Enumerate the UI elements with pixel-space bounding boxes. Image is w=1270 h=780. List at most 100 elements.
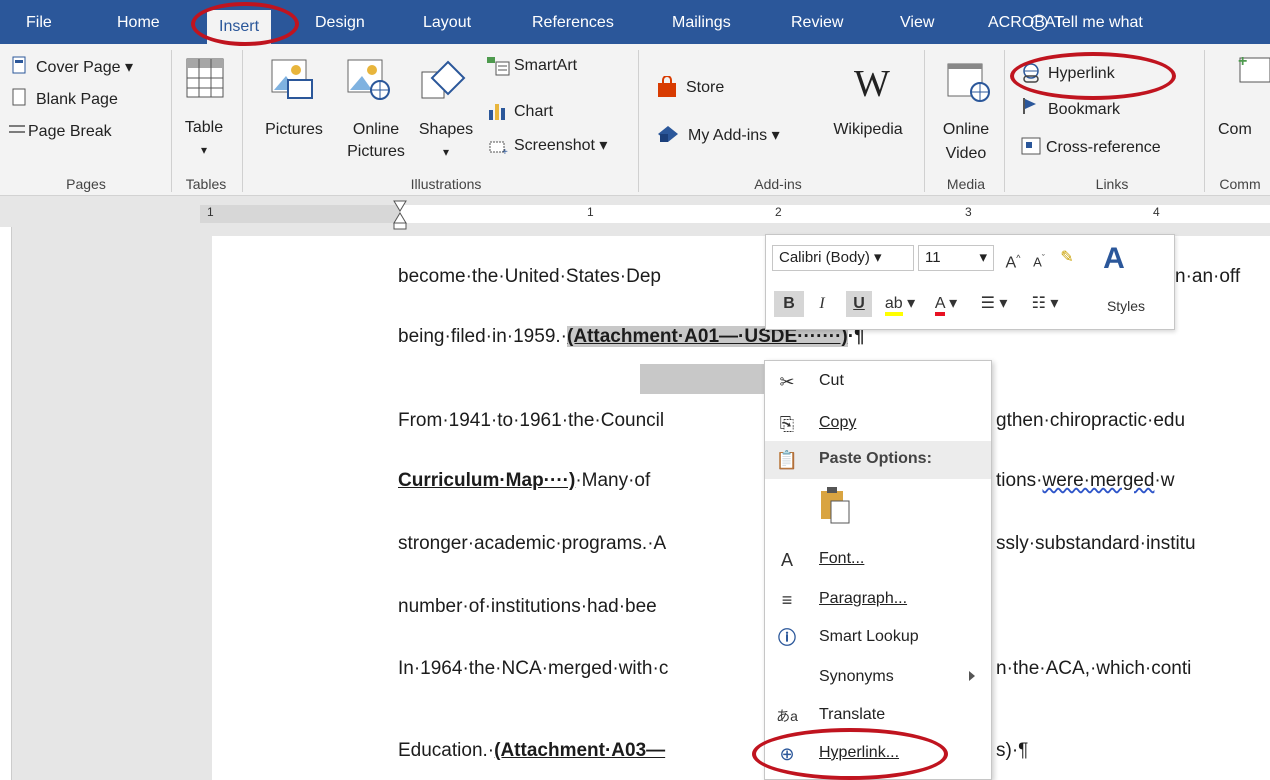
indent-marker-handle[interactable] xyxy=(392,199,408,231)
ruler-number: 4 xyxy=(1153,205,1160,219)
highlight-color-icon[interactable]: ab ▾ xyxy=(880,291,920,317)
ribbon-tab-bar: File Home Insert Design Layout Reference… xyxy=(0,0,1270,44)
chart-button[interactable]: Chart xyxy=(514,102,553,122)
menu-item-smart-lookup[interactable]: ⓘ Smart Lookup xyxy=(765,619,991,657)
shapes-button[interactable]: Shapes xyxy=(419,120,473,140)
separator xyxy=(638,50,639,192)
cover-page-button[interactable]: Cover Page ▾ xyxy=(36,58,133,78)
wikipedia-button[interactable]: Wikipedia xyxy=(833,120,902,140)
tables-group-label: Tables xyxy=(185,176,227,192)
paste-icon xyxy=(821,487,850,524)
styles-icon[interactable]: A xyxy=(1096,239,1132,279)
tab-layout[interactable]: Layout xyxy=(423,8,471,38)
wikipedia-icon: W xyxy=(854,63,890,105)
store-button[interactable]: Store xyxy=(686,78,724,98)
menu-item-hyperlink[interactable]: ⊕ Hyperlink... xyxy=(765,735,991,773)
tab-design[interactable]: Design xyxy=(315,8,365,38)
menu-item-synonyms[interactable]: Synonyms xyxy=(765,659,991,697)
pictures-button[interactable]: Pictures xyxy=(265,120,323,140)
ruler-number: 3 xyxy=(965,205,972,219)
table-icon xyxy=(186,58,224,98)
online-pictures-button[interactable]: Online xyxy=(353,120,399,140)
font-color-icon[interactable]: A ▾ xyxy=(926,291,966,317)
font-size-dropdown[interactable]: 11 ▾ xyxy=(918,245,994,271)
insert-ribbon: Cover Page ▾ Blank Page Page Break Pages… xyxy=(0,44,1270,196)
tab-file[interactable]: File xyxy=(26,8,52,38)
selection-highlight xyxy=(640,364,766,394)
ruler-number: 1 xyxy=(207,205,214,219)
page-break-button[interactable]: Page Break xyxy=(28,122,112,142)
menu-item-paragraph[interactable]: ≡ Paragraph... xyxy=(765,581,991,619)
tab-mailings[interactable]: Mailings xyxy=(672,8,731,38)
tab-references[interactable]: References xyxy=(532,8,614,38)
doc-line-5-end: ssly·substandard·institu xyxy=(996,533,1196,554)
cross-reference-button[interactable]: Cross-reference xyxy=(1046,138,1161,158)
vertical-ruler xyxy=(0,227,12,780)
separator xyxy=(1004,50,1005,192)
paragraph-icon: ≡ xyxy=(781,590,793,610)
doc-line-7: In·1964·the·NCA·merged·with·c xyxy=(398,658,669,679)
shapes-icon xyxy=(421,60,466,99)
menu-header-paste-options: 📋 Paste Options: xyxy=(765,441,991,479)
menu-item-copy[interactable]: ⎘ Copy xyxy=(765,405,991,443)
separator xyxy=(171,50,172,192)
numbering-icon[interactable]: ☷ ▾ xyxy=(1020,291,1070,317)
tab-review[interactable]: Review xyxy=(791,8,843,38)
doc-line-7-end: n·the·ACA,·which·conti xyxy=(996,658,1192,679)
menu-item-translate[interactable]: あa Translate xyxy=(765,697,991,735)
bold-button[interactable]: B xyxy=(774,291,804,317)
paste-keep-formatting-button[interactable] xyxy=(765,481,991,531)
separator xyxy=(924,50,925,192)
shrink-font-icon[interactable]: Aˇ xyxy=(1028,245,1050,275)
tell-me-box[interactable]: ◯ Tell me what xyxy=(1030,8,1143,38)
blank-page-button[interactable]: Blank Page xyxy=(36,90,118,110)
format-painter-icon[interactable]: ✎ xyxy=(1056,245,1078,271)
store-icon xyxy=(658,76,676,97)
tab-home[interactable]: Home xyxy=(117,8,160,38)
bookmark-icon xyxy=(1023,98,1036,114)
links-group-label: Links xyxy=(1095,176,1129,192)
online-video-icon xyxy=(947,63,990,102)
my-addins-button[interactable]: My Add-ins ▾ xyxy=(688,126,780,146)
doc-line-8: Education.·(Attachment·A03— xyxy=(398,740,666,761)
doc-line-1-end: n·an·off xyxy=(1175,266,1241,287)
grow-font-icon[interactable]: A^ xyxy=(1002,245,1024,276)
copy-icon: ⎘ xyxy=(779,414,795,434)
hyperlink-button[interactable]: Hyperlink xyxy=(1048,64,1115,84)
tab-insert[interactable]: Insert xyxy=(207,10,272,44)
styles-button[interactable]: Styles xyxy=(1096,293,1156,319)
doc-line-6: number·of·institutions·had·bee xyxy=(398,596,657,617)
hyperlink-icon: ⊕ xyxy=(779,744,795,764)
cross-reference-icon xyxy=(1021,137,1041,155)
menu-item-font[interactable]: A Font... xyxy=(765,541,991,579)
menu-item-cut[interactable]: ✂ Cut xyxy=(765,363,991,401)
bookmark-button[interactable]: Bookmark xyxy=(1048,100,1120,120)
ruler-number: 1 xyxy=(587,205,594,219)
scissors-icon: ✂ xyxy=(779,372,795,392)
cover-page-icon xyxy=(12,56,26,74)
pages-group-label: Pages xyxy=(66,176,106,192)
horizontal-ruler: 1 1 2 3 4 xyxy=(0,197,1270,230)
word-window: File Home Insert Design Layout Reference… xyxy=(0,0,1270,780)
online-pictures-label-2: Pictures xyxy=(347,143,405,160)
smartart-button[interactable]: SmartArt xyxy=(514,56,577,76)
font-icon: A xyxy=(780,550,793,570)
bullets-icon[interactable]: ☰ ▾ xyxy=(972,291,1016,317)
doc-line-8-end: s)·¶ xyxy=(996,740,1029,761)
italic-button[interactable]: I xyxy=(812,291,832,317)
illustrations-group-label: Illustrations xyxy=(410,176,482,192)
underline-button[interactable]: U xyxy=(846,291,872,317)
pictures-icon xyxy=(271,59,313,99)
comments-group-label: Comm xyxy=(1219,176,1261,192)
page-break-icon xyxy=(9,125,25,133)
clipboard-icon: 📋 xyxy=(775,450,799,470)
translate-icon: あa xyxy=(776,708,798,724)
online-video-button[interactable]: Online xyxy=(943,120,989,140)
online-pictures-icon xyxy=(347,59,390,100)
comment-button[interactable]: Com xyxy=(1218,120,1252,140)
smartart-icon xyxy=(487,57,510,76)
font-name-dropdown[interactable]: Calibri (Body) ▾ xyxy=(772,245,914,271)
screenshot-button[interactable]: Screenshot ▾ xyxy=(514,136,607,156)
table-button[interactable]: Table xyxy=(185,118,223,138)
tab-view[interactable]: View xyxy=(900,8,934,38)
